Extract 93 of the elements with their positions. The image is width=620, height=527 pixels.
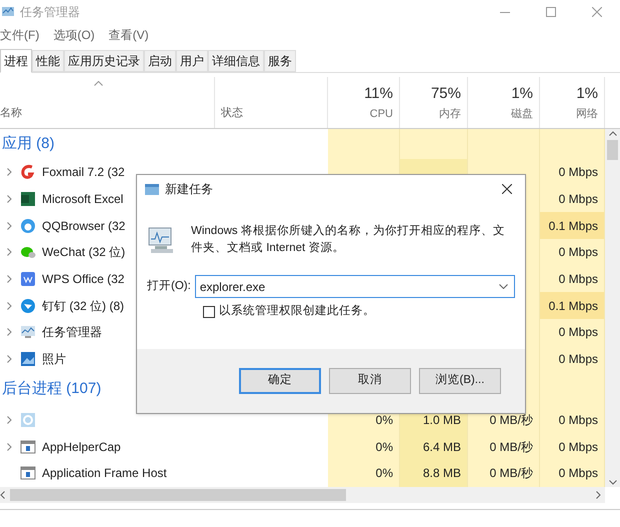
horizontal-scrollbar[interactable]: [0, 486, 605, 503]
checkbox[interactable]: [203, 306, 215, 318]
table-cell: 0.1 Mbps: [540, 212, 605, 240]
process-name: 任务管理器: [42, 324, 102, 342]
expand-chevron-icon[interactable]: [6, 442, 12, 451]
table-cell: 8.8 MB: [400, 460, 468, 487]
tab[interactable]: 用户: [176, 50, 208, 72]
expand-chevron-icon[interactable]: [6, 328, 12, 336]
table-cell: 0 Mbps: [540, 460, 605, 487]
table-cell: 0%: [328, 433, 400, 460]
usage-total: 75%: [430, 84, 461, 104]
process-name: Foxmail 7.2 (32: [42, 164, 125, 182]
group-header: 后台进程 (107): [1, 379, 102, 400]
table-cell: 0 Mbps: [540, 433, 605, 460]
table-cell: 0 Mbps: [540, 346, 605, 372]
table-cell: 0%: [328, 460, 400, 487]
scroll-right-icon[interactable]: [593, 490, 601, 499]
process-name: WPS Office (32: [42, 271, 124, 288]
tab[interactable]: 性能: [32, 50, 64, 72]
expand-chevron-icon[interactable]: [6, 168, 12, 176]
dialog-button[interactable]: 取消: [329, 368, 411, 394]
process-name: Application Frame Host: [42, 465, 167, 482]
monitor-icon: [20, 324, 36, 340]
gear-icon: [20, 412, 36, 428]
menu-item[interactable]: 查看(V): [108, 26, 149, 44]
tab[interactable]: 启动: [144, 50, 176, 72]
column-header[interactable]: 状态: [221, 105, 243, 122]
tab[interactable]: 详细信息: [208, 50, 264, 72]
window-icon: [20, 465, 36, 482]
expand-chevron-icon[interactable]: [6, 355, 12, 364]
column-header[interactable]: 名称: [0, 105, 22, 122]
column-header[interactable]: CPU: [370, 106, 393, 122]
table-cell: 0 Mbps: [540, 266, 605, 292]
table-cell: 0 MB/秒: [468, 460, 540, 487]
table-cell: 0 Mbps: [540, 319, 605, 346]
browser-icon: [20, 218, 36, 234]
table-cell: 0 MB/秒: [468, 433, 540, 460]
document-app-icon: [20, 271, 36, 288]
expand-chevron-icon[interactable]: [6, 248, 12, 256]
field-label: 打开(O):: [147, 278, 191, 294]
column-header[interactable]: 内存: [439, 106, 461, 122]
table-cell: 6.4 MB: [400, 433, 468, 460]
expand-chevron-icon[interactable]: [6, 195, 12, 204]
process-name: WeChat (32 位): [42, 244, 126, 262]
process-name: 钉钉 (32 位) (8): [42, 298, 124, 315]
expand-chevron-icon[interactable]: [6, 302, 12, 310]
table-cell: 0 Mbps: [540, 159, 605, 186]
process-name: 照片: [42, 351, 66, 368]
column-header[interactable]: 磁盘: [511, 106, 533, 122]
expand-chevron-icon[interactable]: [6, 222, 12, 230]
checkbox-label: 以系统管理权限创建此任务。: [219, 303, 375, 319]
tab[interactable]: 服务: [264, 50, 296, 72]
maximize-icon[interactable]: [546, 7, 556, 17]
window-title: 任务管理器: [20, 4, 80, 21]
dialog-button[interactable]: 确定: [239, 368, 321, 394]
mail-app-icon: [20, 164, 36, 180]
window-icon: [20, 438, 36, 455]
chat-bubble-icon: [20, 244, 36, 260]
table-cell: 0 Mbps: [540, 406, 605, 434]
expand-chevron-icon[interactable]: [6, 275, 12, 284]
menu-item[interactable]: 文件(F): [0, 26, 40, 44]
app-icon: [2, 6, 16, 18]
command-combo-field[interactable]: explorer.exe: [194, 275, 515, 298]
dialog-message: Windows 将根据你所键入的名称，为你打开相应的程序、文件夹、文档或 Internet 资源。: [191, 223, 506, 256]
table-cell: 0 Mbps: [540, 186, 605, 212]
group-header: 应用 (8): [1, 134, 54, 154]
tab[interactable]: 进程: [0, 49, 32, 73]
process-name: QQBrowser (32: [42, 218, 126, 235]
usage-total: 1%: [576, 84, 598, 104]
tab[interactable]: 应用历史记录: [64, 50, 144, 72]
dialog-button[interactable]: 浏览(B)...: [419, 368, 501, 394]
process-name: AppHelperCap: [42, 438, 121, 456]
process-name: Microsoft Excel: [42, 191, 124, 208]
scrollbar-thumb[interactable]: [10, 488, 346, 501]
table-cell: 0.1 Mbps: [540, 292, 605, 320]
photo-icon: [20, 351, 36, 368]
spreadsheet-icon: [20, 191, 36, 208]
usage-total: 11%: [364, 84, 393, 104]
scrollbar-thumb[interactable]: [607, 140, 618, 160]
scroll-up-icon[interactable]: [608, 131, 616, 136]
sort-caret-icon: [94, 81, 103, 86]
usage-total: 1%: [511, 84, 533, 104]
vertical-scrollbar[interactable]: [605, 129, 620, 487]
column-header[interactable]: 网络: [576, 106, 598, 122]
dialog-title: 新建任务: [165, 181, 213, 198]
scroll-left-icon[interactable]: [0, 490, 8, 499]
dialog-icon: [145, 184, 159, 194]
app-logo-icon: [20, 298, 36, 314]
scroll-down-icon[interactable]: [609, 480, 617, 485]
table-cell: 0 Mbps: [540, 239, 605, 266]
close-icon[interactable]: [502, 184, 512, 194]
menu-item[interactable]: 选项(O): [53, 26, 95, 44]
expand-chevron-icon[interactable]: [6, 416, 12, 424]
